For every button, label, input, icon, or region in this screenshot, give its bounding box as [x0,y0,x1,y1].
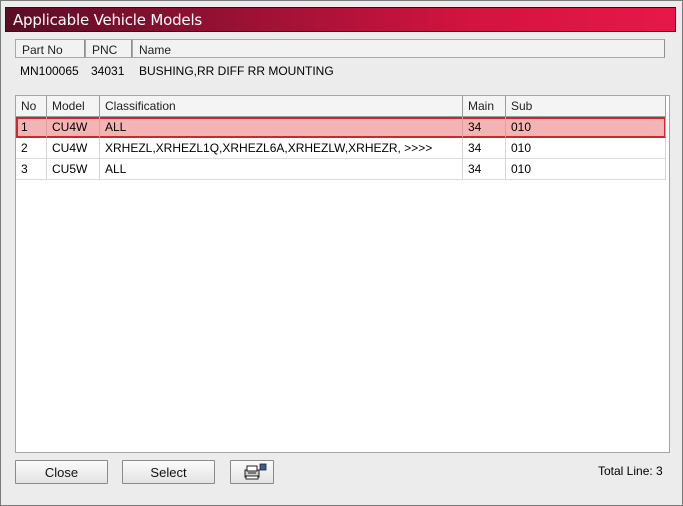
cell-model: CU4W [47,138,100,159]
cell-no: 2 [16,138,47,159]
column-header-main[interactable]: Main [463,96,506,117]
cell-main: 34 [463,159,506,180]
close-button[interactable]: Close [15,460,108,484]
printer-icon [244,463,267,480]
cell-no: 3 [16,159,47,180]
dialog-window: Applicable Vehicle Models Part No PNC Na… [0,0,683,506]
print-button[interactable] [230,460,274,484]
cell-classification: ALL [100,117,463,138]
total-line-label: Total Line: 3 [598,464,663,478]
cell-sub: 010 [506,117,666,138]
cell-model: CU4W [47,117,100,138]
column-header-sub[interactable]: Sub [506,96,666,117]
table-row[interactable]: 1 CU4W ALL 34 010 [16,117,666,138]
cell-classification: XRHEZL,XRHEZL1Q,XRHEZL6A,XRHEZLW,XRHEZR,… [100,138,463,159]
cell-sub: 010 [506,138,666,159]
cell-main: 34 [463,138,506,159]
select-button[interactable]: Select [122,460,215,484]
column-header-model[interactable]: Model [47,96,100,117]
pnc-header: PNC [85,39,132,58]
window-title: Applicable Vehicle Models [13,11,203,29]
cell-model: CU5W [47,159,100,180]
column-header-no[interactable]: No [16,96,47,117]
cell-no: 1 [16,117,47,138]
part-no-header: Part No [15,39,85,58]
name-header: Name [132,39,665,58]
title-bar[interactable]: Applicable Vehicle Models [5,7,676,32]
cell-sub: 010 [506,159,666,180]
table-row[interactable]: 2 CU4W XRHEZL,XRHEZL1Q,XRHEZL6A,XRHEZLW,… [16,138,666,159]
part-no-value: MN100065 [20,64,79,78]
vehicle-models-table[interactable]: No Model Classification Main Sub 1 CU4W … [15,95,670,453]
column-header-classification[interactable]: Classification [100,96,463,117]
table-row[interactable]: 3 CU5W ALL 34 010 [16,159,666,180]
cell-classification: ALL [100,159,463,180]
part-info: Part No PNC Name MN100065 34031 BUSHING,… [15,39,665,83]
name-value: BUSHING,RR DIFF RR MOUNTING [139,64,334,78]
pnc-value: 34031 [91,64,125,78]
cell-main: 34 [463,117,506,138]
